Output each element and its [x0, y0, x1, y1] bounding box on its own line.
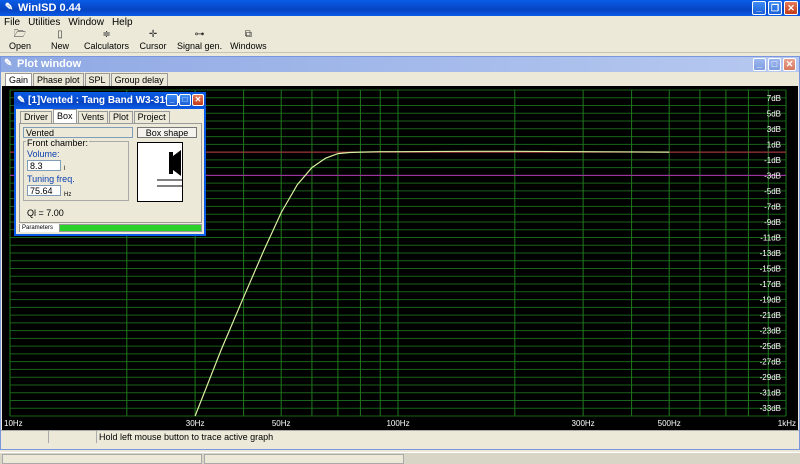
- plot-window-title: Plot window: [17, 58, 82, 70]
- y-tick-label: -33dB: [760, 404, 781, 413]
- x-tick-label: 50Hz: [272, 419, 291, 428]
- plot-close-icon[interactable]: ✕: [783, 58, 796, 71]
- y-tick-label: 1dB: [767, 140, 781, 149]
- status-text: Hold left mouse button to trace active g…: [99, 432, 274, 442]
- menu-bar: File Utilities Window Help: [0, 16, 800, 29]
- open-button[interactable]: 🗁 Open: [0, 29, 40, 52]
- y-tick-label: -1dB: [764, 156, 781, 165]
- ql-value: Ql = 7.00: [27, 208, 64, 218]
- dialog-status-bar: Parameters: [19, 224, 202, 232]
- plot-status-bar: Hold left mouse button to trace active g…: [1, 430, 799, 443]
- calculator-icon: ≑: [102, 29, 111, 40]
- y-tick-label: -29dB: [760, 373, 781, 382]
- app-title-bar: ✎ WinISD 0.44 _ ❐ ✕: [0, 0, 800, 16]
- tuning-freq-input[interactable]: 75.64: [27, 185, 61, 196]
- dialog-title-bar: ✎ [1]Vented : Tang Band W3-319SF _ □ ✕: [14, 92, 206, 109]
- tab-phase-plot[interactable]: Phase plot: [33, 73, 84, 86]
- cursor-button[interactable]: ✛ Cursor: [133, 29, 173, 52]
- signal-generator-icon: ⊶: [194, 29, 205, 40]
- toolbar: 🗁 Open ▯ New ≑ Calculators ✛ Cursor ⊶ Si…: [0, 29, 800, 53]
- dialog-icon: ✎: [17, 95, 26, 106]
- tab-box[interactable]: Box: [53, 109, 77, 123]
- tab-driver[interactable]: Driver: [20, 111, 52, 123]
- parameters-tab[interactable]: Parameters: [20, 224, 60, 232]
- tab-plot[interactable]: Plot: [109, 111, 133, 123]
- y-tick-label: -31dB: [760, 389, 781, 398]
- windows-icon: ⧉: [244, 29, 252, 40]
- box-shape-button[interactable]: Box shape: [137, 127, 197, 138]
- y-tick-label: -7dB: [764, 202, 781, 211]
- status-cell: [49, 431, 97, 443]
- tab-gain[interactable]: Gain: [5, 73, 33, 86]
- new-document-icon: ▯: [57, 29, 63, 40]
- tuning-freq-unit: Hz: [64, 192, 72, 198]
- y-tick-label: -23dB: [760, 327, 781, 336]
- bottom-cell: [204, 454, 404, 464]
- volume-label: Volume:: [27, 149, 60, 159]
- tuning-freq-label: Tuning freq.: [27, 174, 75, 184]
- y-tick-label: -11dB: [760, 233, 781, 242]
- windows-button[interactable]: ⧉ Windows: [226, 29, 271, 52]
- tab-project[interactable]: Project: [133, 111, 170, 123]
- driver-shape: [169, 152, 173, 174]
- x-tick-label: 300Hz: [572, 419, 595, 428]
- bottom-cell: [2, 454, 202, 464]
- y-tick-label: -21dB: [760, 311, 781, 320]
- y-tick-label: -17dB: [760, 280, 781, 289]
- tab-group-delay[interactable]: Group delay: [110, 73, 168, 86]
- front-chamber-label: Front chamber:: [26, 138, 90, 148]
- x-tick-label: 1kHz: [778, 419, 796, 428]
- plot-window-title-bar: ✎ Plot window _ □ ✕: [1, 57, 799, 72]
- plot-maximize-icon[interactable]: □: [768, 58, 781, 71]
- open-folder-icon: 🗁: [13, 29, 27, 40]
- menu-help[interactable]: Help: [108, 16, 137, 29]
- plot-minimize-icon[interactable]: _: [753, 58, 766, 71]
- volume-unit: l: [64, 166, 66, 172]
- menu-utilities[interactable]: Utilities: [24, 16, 64, 29]
- x-tick-label: 30Hz: [186, 419, 205, 428]
- x-tick-label: 100Hz: [386, 419, 409, 428]
- tab-spl[interactable]: SPL: [84, 73, 110, 86]
- dialog-close-icon[interactable]: ✕: [192, 94, 204, 106]
- menu-file[interactable]: File: [0, 16, 24, 29]
- dialog-minimize-icon[interactable]: _: [166, 94, 178, 106]
- y-tick-label: -15dB: [760, 265, 781, 274]
- dialog-maximize-icon[interactable]: □: [179, 94, 191, 106]
- app-title: WinISD 0.44: [18, 2, 81, 14]
- new-button[interactable]: ▯ New: [40, 29, 80, 52]
- menu-window[interactable]: Window: [64, 16, 108, 29]
- minimize-icon[interactable]: _: [752, 1, 766, 15]
- box-tab-panel: Vented Box shape Front chamber: Volume: …: [19, 123, 202, 223]
- app-icon: ✎: [4, 2, 14, 13]
- y-tick-label: -19dB: [760, 296, 781, 305]
- plot-window-icon: ✎: [4, 58, 13, 69]
- y-tick-label: 7dB: [767, 94, 781, 103]
- bottom-bar: [0, 452, 800, 464]
- box-type-field[interactable]: Vented: [23, 127, 133, 138]
- project-dialog: ✎ [1]Vented : Tang Band W3-319SF _ □ ✕ D…: [14, 92, 206, 236]
- x-tick-label: 10Hz: [4, 419, 23, 428]
- status-cell: [1, 431, 49, 443]
- y-tick-label: -27dB: [760, 358, 781, 367]
- restore-icon[interactable]: ❐: [768, 1, 782, 15]
- tab-vents[interactable]: Vents: [77, 111, 109, 123]
- volume-input[interactable]: 8.3: [27, 160, 61, 171]
- box-shape-preview: [137, 142, 183, 202]
- dialog-title: [1]Vented : Tang Band W3-319SF: [28, 95, 184, 106]
- y-tick-label: -3dB: [764, 171, 781, 180]
- y-tick-label: -9dB: [764, 218, 781, 227]
- x-tick-label: 500Hz: [658, 419, 681, 428]
- dialog-tabs: Driver Box Vents Plot Project: [20, 109, 171, 123]
- y-tick-label: -25dB: [760, 342, 781, 351]
- y-tick-label: 5dB: [767, 109, 781, 118]
- close-icon[interactable]: ✕: [784, 1, 798, 15]
- plot-tabs: Gain Phase plot SPL Group delay: [5, 73, 169, 86]
- y-tick-label: -5dB: [764, 187, 781, 196]
- cursor-icon: ✛: [148, 29, 158, 40]
- y-tick-label: 3dB: [767, 125, 781, 134]
- y-tick-label: -13dB: [760, 249, 781, 258]
- signal-generator-button[interactable]: ⊶ Signal gen.: [173, 29, 226, 52]
- calculators-button[interactable]: ≑ Calculators: [80, 29, 133, 52]
